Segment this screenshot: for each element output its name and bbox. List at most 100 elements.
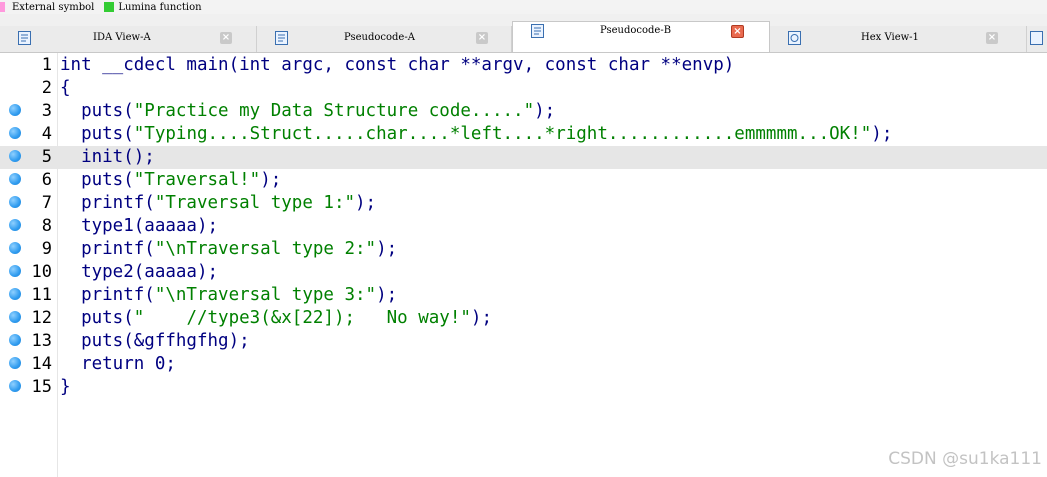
hex-view-icon	[788, 31, 801, 45]
line-number: 9	[41, 239, 52, 259]
pseudocode-icon	[531, 24, 544, 38]
tab-pseudocode-a[interactable]: Pseudocode-A ×	[257, 26, 512, 52]
breakpoint-icon[interactable]	[9, 334, 21, 346]
tab-ida-view-a[interactable]: IDA View-A ×	[0, 26, 257, 52]
code-text: int __cdecl main(int argc, const char **…	[60, 55, 735, 75]
tab-overflow-icon	[1030, 31, 1043, 45]
line-number: 12	[31, 308, 52, 328]
code-text: type2(aaaaa);	[60, 262, 219, 282]
code-text: puts("Traversal!");	[60, 169, 281, 192]
code-text: {	[60, 78, 71, 98]
code-token: );	[260, 170, 282, 190]
code-line[interactable]: 10 type2(aaaaa);	[0, 261, 1047, 284]
breakpoint-icon[interactable]	[9, 173, 21, 185]
tab-label: Hex View-1	[861, 32, 919, 43]
breakpoint-icon[interactable]	[9, 219, 21, 231]
code-line[interactable]: 13 puts(&gffhgfhg);	[0, 330, 1047, 353]
code-token: puts(	[60, 101, 134, 121]
code-line[interactable]: 9 printf("\nTraversal type 2:");	[0, 238, 1047, 261]
code-token: puts(	[60, 170, 134, 190]
code-line[interactable]: 2{	[0, 77, 1047, 100]
code-token: puts(	[60, 124, 134, 144]
code-text: puts(&gffhgfhg);	[60, 331, 250, 351]
code-token: printf(	[60, 285, 155, 305]
string-literal: "Traversal type 1:"	[154, 193, 356, 213]
legend-item-external-symbol: External symbol	[0, 2, 94, 13]
code-text: }	[60, 377, 71, 397]
code-token: );	[355, 193, 377, 213]
line-number: 6	[41, 170, 52, 190]
code-token: printf(	[60, 239, 155, 259]
pseudocode-view[interactable]: 1 int __cdecl main(int argc, const char *…	[0, 53, 1047, 477]
legend-item-lumina-function: Lumina function	[104, 1, 202, 13]
code-token: );	[376, 285, 398, 305]
close-icon[interactable]: ×	[986, 32, 998, 44]
code-text: puts(" //type3(&x[22]); No way!");	[60, 307, 492, 330]
legend-label: Lumina function	[118, 1, 202, 13]
code-line[interactable]: 6 puts("Traversal!");	[0, 169, 1047, 192]
string-literal: "Typing....Struct.....char....*left....*…	[133, 124, 872, 144]
code-text: return 0;	[60, 354, 176, 374]
code-text: puts("Typing....Struct.....char....*left…	[60, 123, 892, 146]
breakpoint-icon[interactable]	[9, 242, 21, 254]
code-token: );	[534, 101, 556, 121]
code-text: puts("Practice my Data Structure code...…	[60, 100, 555, 123]
breakpoint-icon[interactable]	[9, 357, 21, 369]
code-line[interactable]: 12 puts(" //type3(&x[22]); No way!");	[0, 307, 1047, 330]
legend-label: External symbol	[12, 1, 95, 13]
code-line[interactable]: 14 return 0;	[0, 353, 1047, 376]
code-line[interactable]: 3 puts("Practice my Data Structure code.…	[0, 100, 1047, 123]
legend-bar: External symbol Lumina function	[0, 0, 1047, 14]
line-number: 10	[31, 262, 52, 282]
code-token: );	[871, 124, 893, 144]
disassembly-icon	[18, 31, 31, 45]
code-text: type1(aaaaa);	[60, 216, 219, 236]
line-number: 4	[41, 124, 52, 144]
pseudocode-icon	[275, 31, 288, 45]
code-token: );	[376, 239, 398, 259]
breakpoint-icon[interactable]	[9, 288, 21, 300]
tab-label: Pseudocode-A	[344, 32, 415, 43]
line-number: 11	[31, 285, 52, 305]
line-number: 5	[41, 147, 52, 167]
breakpoint-icon[interactable]	[9, 196, 21, 208]
watermark: CSDN @su1ka111	[888, 449, 1042, 469]
close-icon[interactable]: ×	[731, 25, 744, 38]
line-number: 7	[41, 193, 52, 213]
code-line[interactable]: 7 printf("Traversal type 1:");	[0, 192, 1047, 215]
line-number: 2	[41, 78, 52, 98]
tab-overflow[interactable]	[1027, 26, 1047, 52]
code-line[interactable]: 4 puts("Typing....Struct.....char....*le…	[0, 123, 1047, 146]
code-line[interactable]: 1 int __cdecl main(int argc, const char *…	[0, 54, 1047, 77]
code-line[interactable]: 5 init();	[0, 146, 1047, 169]
code-text: printf("\nTraversal type 2:");	[60, 238, 397, 261]
string-literal: " //type3(&x[22]); No way!"	[133, 308, 471, 328]
breakpoint-icon[interactable]	[9, 380, 21, 392]
close-icon[interactable]: ×	[476, 32, 488, 44]
breakpoint-icon[interactable]	[9, 104, 21, 116]
tab-label: IDA View-A	[93, 32, 151, 43]
code-token: printf(	[60, 193, 155, 213]
code-line[interactable]: 15}	[0, 376, 1047, 399]
code-line[interactable]: 8 type1(aaaaa);	[0, 215, 1047, 238]
code-line[interactable]: 11 printf("\nTraversal type 3:");	[0, 284, 1047, 307]
line-number: 14	[31, 354, 52, 374]
tab-label: Pseudocode-B	[600, 25, 672, 36]
breakpoint-icon[interactable]	[9, 150, 21, 162]
breakpoint-icon[interactable]	[9, 311, 21, 323]
tab-hex-view-1[interactable]: Hex View-1 ×	[770, 26, 1027, 52]
breakpoint-icon[interactable]	[9, 127, 21, 139]
breakpoint-icon[interactable]	[9, 265, 21, 277]
code-token: puts(	[60, 308, 134, 328]
close-icon[interactable]: ×	[220, 32, 232, 44]
string-literal: "\nTraversal type 2:"	[154, 239, 377, 259]
line-number: 1	[41, 55, 52, 75]
tab-pseudocode-b[interactable]: Pseudocode-B ×	[512, 21, 770, 52]
line-number: 8	[41, 216, 52, 236]
code-token: );	[470, 308, 492, 328]
tab-bar: IDA View-A × Pseudocode-A × Pseudocode-B…	[0, 14, 1047, 53]
string-literal: "Practice my Data Structure code....."	[133, 101, 535, 121]
legend-swatch	[104, 2, 115, 12]
code-text: init();	[60, 147, 155, 167]
code-text: printf("Traversal type 1:");	[60, 192, 376, 215]
